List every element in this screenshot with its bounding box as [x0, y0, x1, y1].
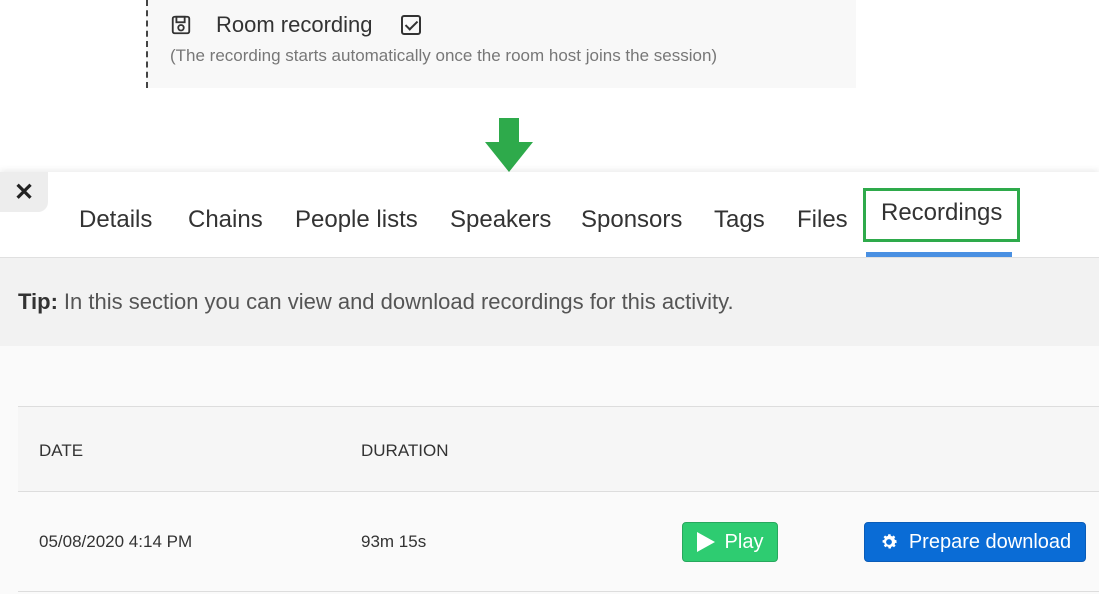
close-icon: ✕: [13, 178, 35, 206]
play-icon: [696, 532, 715, 552]
gear-icon: [882, 534, 897, 549]
tab-bar: Details Chains People lists Speakers Spo…: [0, 172, 1099, 258]
tip-label: Tip:: [18, 289, 58, 314]
table-header: DATE DURATION: [18, 406, 1099, 492]
tab-recordings[interactable]: Recordings: [862, 188, 1021, 242]
table-row: 05/08/2020 4:14 PM 93m 15s Play Prepare …: [18, 492, 1099, 592]
tab-details[interactable]: Details: [79, 205, 152, 245]
header-duration: DURATION: [361, 441, 449, 460]
close-button[interactable]: ✕: [0, 172, 48, 212]
play-button[interactable]: Play: [682, 522, 778, 562]
recording-duration: 93m 15s: [361, 532, 427, 551]
room-recording-checkbox[interactable]: [400, 15, 421, 35]
tip-banner: Tip: In this section you can view and do…: [0, 258, 1099, 346]
header-date: DATE: [39, 441, 84, 460]
activity-panel: Details Chains People lists Speakers Spo…: [0, 172, 1099, 594]
recordings-table: DATE DURATION 05/08/2020 4:14 PM 93m 15s…: [18, 406, 1099, 592]
prepare-download-label: Prepare download: [908, 530, 1072, 553]
play-label: Play: [724, 530, 764, 553]
room-recording-card: Room recording (The recording starts aut…: [146, 0, 856, 88]
tab-sponsors[interactable]: Sponsors: [581, 205, 682, 245]
room-recording-label: Room recording: [216, 12, 373, 37]
prepare-download-button[interactable]: Prepare download: [864, 522, 1086, 562]
arrow-down-icon: [485, 118, 533, 172]
save-icon: [171, 15, 191, 35]
room-recording-row: Room recording: [170, 12, 421, 38]
tab-speakers[interactable]: Speakers: [450, 205, 551, 245]
active-tab-indicator: [866, 252, 1012, 257]
tab-tags[interactable]: Tags: [714, 205, 765, 245]
tab-people-lists[interactable]: People lists: [295, 205, 418, 245]
tab-files[interactable]: Files: [797, 205, 848, 245]
tip-text: In this section you can view and downloa…: [63, 289, 734, 314]
recording-date: 05/08/2020 4:14 PM: [39, 532, 193, 551]
room-recording-note: (The recording starts automatically once…: [170, 46, 718, 65]
tab-chains[interactable]: Chains: [188, 205, 263, 245]
